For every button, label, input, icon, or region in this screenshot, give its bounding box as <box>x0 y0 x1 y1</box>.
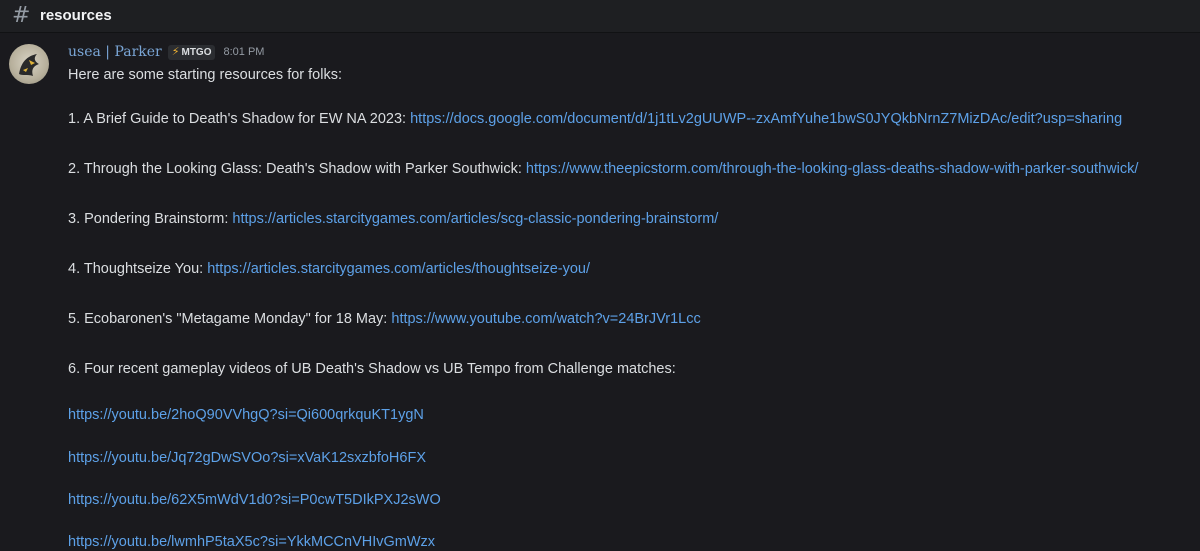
resource-item-2: 2. Through the Looking Glass: Death's Sh… <box>68 160 1138 178</box>
message-header: usea | Parker ⚡ MTGO 8:01 PM <box>68 42 264 62</box>
video-link-row: https://youtu.be/62X5mWdV1d0?si=P0cwT5DI… <box>68 491 441 509</box>
resource-item-1: 1. A Brief Guide to Death's Shadow for E… <box>68 110 1122 128</box>
server-tag-label: MTGO <box>181 46 212 58</box>
resource-item-6: 6. Four recent gameplay videos of UB Dea… <box>68 360 676 378</box>
resource-item-text: 5. Ecobaronen's "Metagame Monday" for 18… <box>68 311 392 327</box>
timestamp[interactable]: 8:01 PM <box>223 46 264 58</box>
video-link-row: https://youtu.be/lwmhP5taX5c?si=YkkMCCnV… <box>68 533 435 551</box>
resource-item-text: 4. Thoughtseize You: <box>68 261 208 277</box>
message-intro: Here are some starting resources for fol… <box>68 67 342 83</box>
username[interactable]: usea | Parker <box>68 44 162 60</box>
resource-item-4: 4. Thoughtseize You: https://articles.st… <box>68 260 590 278</box>
resource-link[interactable]: https://docs.google.com/document/d/1j1tL… <box>410 111 1122 127</box>
lightning-icon: ⚡ <box>171 45 180 58</box>
resource-link[interactable]: https://www.theepicstorm.com/through-the… <box>526 161 1138 177</box>
hash-icon: # <box>12 3 31 28</box>
video-link[interactable]: https://youtu.be/Jq72gDwSVOo?si=xVaK12sx… <box>68 450 426 466</box>
resource-item-5: 5. Ecobaronen's "Metagame Monday" for 18… <box>68 310 701 328</box>
resource-item-text: 2. Through the Looking Glass: Death's Sh… <box>68 161 526 177</box>
channel-header: # resources <box>0 0 1200 33</box>
resource-item-text: 6. Four recent gameplay videos of UB Dea… <box>68 361 676 377</box>
server-tag[interactable]: ⚡ MTGO <box>167 44 216 60</box>
resource-item-text: 1. A Brief Guide to Death's Shadow for E… <box>68 111 411 127</box>
resource-item-text: 3. Pondering Brainstorm: <box>68 211 233 227</box>
resource-link[interactable]: https://www.youtube.com/watch?v=24BrJVr1… <box>391 311 700 327</box>
resource-link[interactable]: https://articles.starcitygames.com/artic… <box>207 261 590 277</box>
video-link[interactable]: https://youtu.be/62X5mWdV1d0?si=P0cwT5DI… <box>68 492 441 508</box>
video-link-row: https://youtu.be/Jq72gDwSVOo?si=xVaK12sx… <box>68 449 426 467</box>
resource-item-3: 3. Pondering Brainstorm: https://article… <box>68 210 718 228</box>
video-link[interactable]: https://youtu.be/2hoQ90VVhgQ?si=Qi600qrk… <box>68 407 424 423</box>
resource-link[interactable]: https://articles.starcitygames.com/artic… <box>232 211 718 227</box>
video-link-row: https://youtu.be/2hoQ90VVhgQ?si=Qi600qrk… <box>68 406 424 424</box>
video-link[interactable]: https://youtu.be/lwmhP5taX5c?si=YkkMCCnV… <box>68 534 435 550</box>
channel-name: resources <box>40 7 112 24</box>
avatar[interactable] <box>9 44 49 84</box>
